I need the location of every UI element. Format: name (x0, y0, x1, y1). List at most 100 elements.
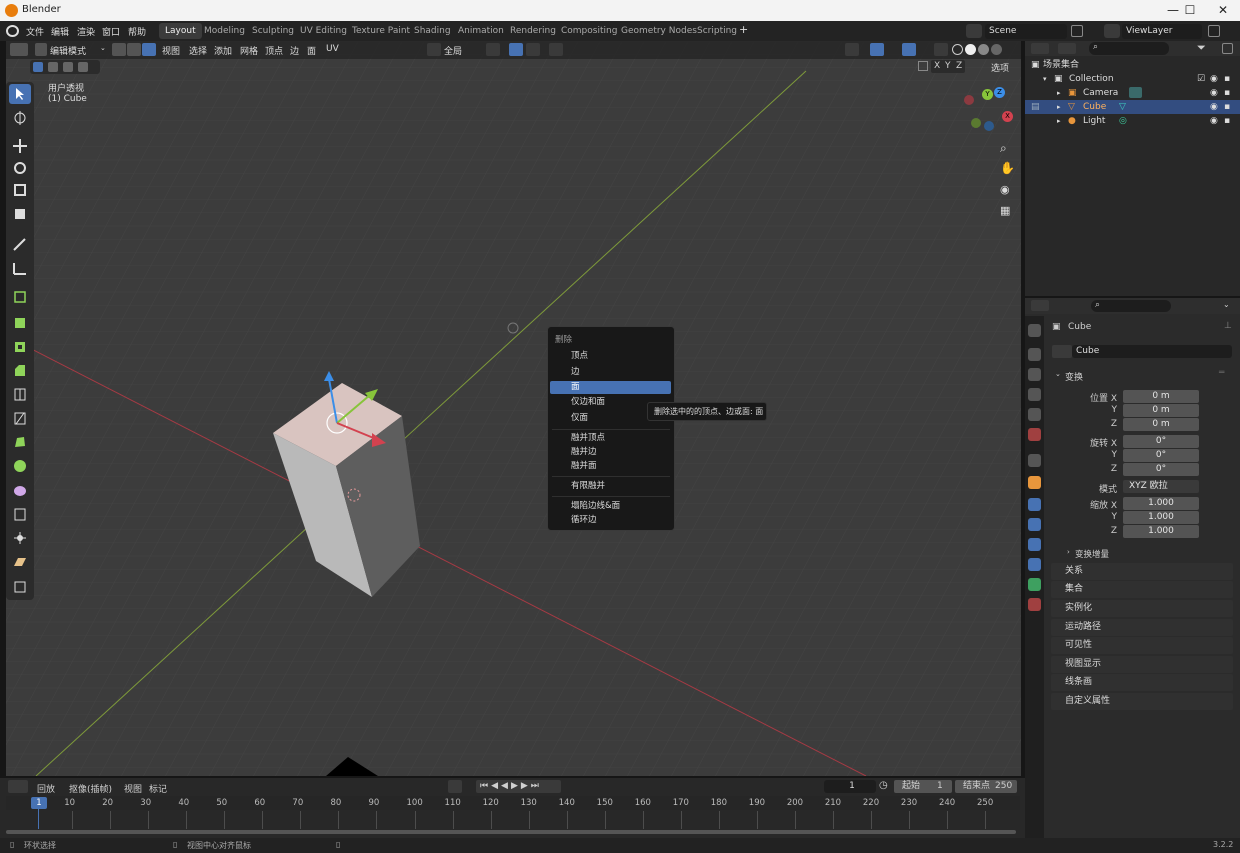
mesh-data-tab-icon[interactable] (1028, 578, 1041, 591)
snap-target-icon[interactable] (526, 43, 540, 56)
new-collection-icon[interactable] (1222, 43, 1233, 54)
menu-timeline-view[interactable]: 视图 (124, 782, 142, 795)
tab-rendering[interactable]: Rendering (504, 23, 562, 39)
close-button[interactable]: ✕ (1206, 0, 1240, 21)
menu-item-dissolve-edges[interactable]: 融并边 (550, 446, 671, 459)
outliner-search-input[interactable] (1089, 42, 1169, 55)
camera-render-icon[interactable]: ▪ (1224, 72, 1230, 86)
location-y-field[interactable]: 0 m (1123, 404, 1199, 417)
tab-animation[interactable]: Animation (452, 23, 510, 39)
shrink-fatten-tool-icon[interactable] (9, 528, 31, 548)
camera-view-icon[interactable]: ◉ (1000, 183, 1010, 196)
select-box-tool-icon[interactable] (9, 84, 31, 104)
menu-edge[interactable]: 边 (290, 44, 299, 57)
snap-toggle-icon[interactable] (509, 43, 523, 56)
shading-material-icon[interactable] (978, 44, 989, 55)
panel-motion-paths[interactable]: 运动路径 (1051, 619, 1233, 636)
object-tab-icon[interactable] (1028, 476, 1041, 489)
ortho-toggle-icon[interactable]: ▦ (1000, 204, 1010, 217)
menu-edit[interactable]: 编辑 (51, 25, 69, 38)
menu-view[interactable]: 视图 (162, 44, 180, 57)
annotate-tool-icon[interactable] (9, 234, 31, 254)
object-name-field[interactable]: Cube (1072, 345, 1232, 358)
record-button[interactable] (448, 780, 462, 793)
material-tab-icon[interactable] (1028, 598, 1041, 611)
panel-relations[interactable]: 关系 (1051, 563, 1233, 580)
menu-item-faces[interactable]: 面 (550, 381, 671, 394)
drag-handle-icon[interactable]: ═ (1219, 368, 1224, 378)
loop-cut-tool-icon[interactable] (9, 384, 31, 404)
timeline-editor-type-icon[interactable] (8, 780, 28, 793)
viewport-3d[interactable]: 编辑模式 ⌄ 视图 选择 添加 网格 顶点 边 面 UV 全局 用户透视 (1)… (6, 41, 1021, 776)
poly-build-tool-icon[interactable] (9, 432, 31, 452)
mirror-y-button[interactable]: Y (945, 61, 951, 71)
bevel-tool-icon[interactable] (9, 360, 31, 380)
shading-solid-icon[interactable] (965, 44, 976, 55)
world-tab-icon[interactable] (1028, 428, 1041, 441)
gizmo-neg-y[interactable] (971, 118, 981, 128)
editor-type-icon[interactable] (10, 43, 28, 56)
constraints-tab-icon[interactable] (1028, 558, 1041, 571)
collection-tab-icon[interactable] (1028, 454, 1041, 467)
playhead[interactable]: 1 (31, 797, 47, 809)
scale-x-field[interactable]: 1.000 (1123, 497, 1199, 510)
display-mode-icon[interactable] (1058, 43, 1076, 54)
mode-selector[interactable]: 编辑模式 (50, 44, 86, 57)
eye-icon[interactable]: ◉ (1210, 72, 1218, 86)
menu-render[interactable]: 渲染 (77, 25, 95, 38)
camera-render-icon[interactable]: ▪ (1224, 114, 1230, 128)
gizmo-z-icon[interactable]: Z (994, 87, 1005, 98)
expand-arrow-icon[interactable]: ▾ (1043, 72, 1047, 86)
mesh-data-icon[interactable]: ▽ (1119, 100, 1126, 114)
tab-uv-editing[interactable]: UV Editing (294, 23, 353, 39)
render-tab-icon[interactable] (1028, 348, 1041, 361)
output-tab-icon[interactable] (1028, 368, 1041, 381)
outliner-item-light[interactable]: ▸ ● Light ◎ ◉ ▪ (1025, 114, 1240, 128)
filter-icon[interactable]: ⏷ (1197, 41, 1206, 55)
end-frame-field[interactable]: 结束点 250 (955, 780, 1017, 793)
vertex-select-icon[interactable] (112, 43, 126, 56)
panel-collections[interactable]: 集合 (1051, 581, 1233, 598)
blender-menu-icon[interactable] (6, 25, 19, 37)
transform-tool-icon[interactable] (9, 204, 31, 224)
camera-data-icon[interactable] (1129, 87, 1142, 98)
shear-tool-icon[interactable] (9, 552, 31, 572)
pan-hand-icon[interactable]: ✋ (1000, 161, 1015, 175)
select-new-icon[interactable] (33, 62, 43, 72)
collapse-arrow-icon[interactable]: ⌄ (1055, 370, 1061, 378)
panel-visibility[interactable]: 可见性 (1051, 637, 1233, 654)
rotate-tool-icon[interactable] (9, 158, 31, 178)
properties-editor-type-icon[interactable] (1031, 300, 1049, 311)
add-cube-tool-icon[interactable] (9, 286, 31, 306)
gizmo-x-icon[interactable]: X (1002, 111, 1013, 122)
maximize-button[interactable]: ☐ (1173, 0, 1207, 21)
outliner-editor-type-icon[interactable] (1031, 43, 1049, 54)
knife-tool-icon[interactable] (9, 408, 31, 428)
shading-rendered-icon[interactable] (991, 44, 1002, 55)
location-x-field[interactable]: 0 m (1123, 390, 1199, 403)
physics-tab-icon[interactable] (1028, 538, 1041, 551)
menu-item-dissolve-vertices[interactable]: 融并顶点 (550, 432, 671, 445)
options-menu[interactable]: 选项 (991, 61, 1009, 74)
eye-icon[interactable]: ◉ (1210, 86, 1218, 100)
tab-shading[interactable]: Shading (408, 23, 457, 39)
visibility-icon[interactable] (845, 43, 859, 56)
menu-item-vertices[interactable]: 顶点 (550, 350, 671, 363)
menu-keying[interactable]: 抠像(插帧) (69, 782, 112, 795)
mirror-x-button[interactable]: X (934, 61, 940, 71)
scale-z-field[interactable]: 1.000 (1123, 525, 1199, 538)
panel-custom-properties[interactable]: 自定义属性 (1051, 693, 1233, 710)
menu-item-dissolve-faces[interactable]: 融并面 (550, 460, 671, 473)
tab-geometry-nodes[interactable]: Geometry Nodes (615, 23, 703, 39)
chevron-down-icon[interactable]: ⌄ (1223, 300, 1230, 309)
scale-y-field[interactable]: 1.000 (1123, 511, 1199, 524)
cursor-tool-icon[interactable] (9, 108, 31, 128)
xray-toggle-icon[interactable] (934, 43, 948, 56)
new-view-layer-icon[interactable] (1208, 25, 1220, 37)
menu-select[interactable]: 选择 (189, 44, 207, 57)
edge-slide-tool-icon[interactable] (9, 504, 31, 524)
rotation-x-field[interactable]: 0° (1123, 435, 1199, 448)
expand-arrow-icon[interactable]: ▸ (1057, 86, 1061, 100)
menu-item-collapse-edges-faces[interactable]: 塌陷边线&面 (550, 500, 671, 513)
gizmo-toggle-icon[interactable] (870, 43, 884, 56)
